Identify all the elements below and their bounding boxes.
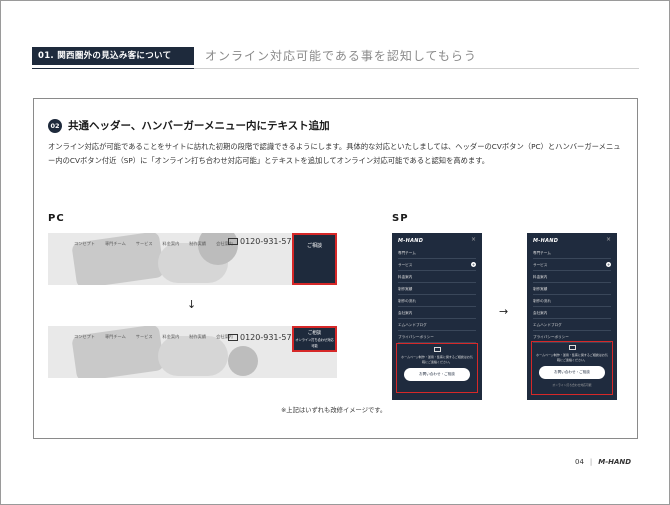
menu-item[interactable]: 会社案内 (533, 307, 611, 319)
menu-item-label: 料金案内 (533, 275, 548, 279)
cv-button-label: ご相談 (306, 243, 322, 249)
sp-menu: 専門チーム サービス + 料金案内 制作実績 制作の流れ 会社案内 エムハンドブロ… (533, 247, 611, 343)
menu-item[interactable]: プライバシーポリシー (398, 331, 476, 343)
cv-box-text: ホームページ制作・運用・集客に関するご相談はお気軽にご連絡ください。 (536, 353, 608, 362)
sp-label: SP (392, 213, 409, 224)
nav-item[interactable]: 専門チーム (105, 334, 126, 340)
nav-item[interactable]: サービス (136, 334, 153, 340)
footer-brand: M-HAND (598, 458, 632, 466)
menu-item[interactable]: 制作の流れ (533, 295, 611, 307)
section-title: オンライン対応可能である事を認知してもらう (205, 49, 477, 63)
page-number: 04 (575, 458, 584, 466)
menu-item[interactable]: 会社案内 (398, 307, 476, 319)
menu-item-label: 専門チーム (533, 251, 551, 255)
pc-nav: コンセプト 専門チーム サービス 料金案内 制作実績 会社案内 (74, 334, 233, 340)
menu-item-label: 制作の流れ (533, 299, 551, 303)
close-icon[interactable]: × (606, 236, 611, 243)
nav-item[interactable]: コンセプト (74, 334, 95, 340)
menu-item[interactable]: 制作実績 (533, 283, 611, 295)
phone-icon (228, 334, 238, 341)
pc-label: PC (48, 213, 65, 224)
menu-item-label: エムハンドブログ (533, 323, 562, 327)
box-paragraph: オンライン対応が可能であることをサイトに訪れた初期の段階で認識できるようにします… (48, 142, 621, 165)
phone-icon (228, 238, 238, 245)
cv-button[interactable]: ご相談 オンライン打ち合わせ対応可能 (292, 326, 337, 352)
nav-item[interactable]: サービス (136, 241, 153, 247)
nav-item[interactable]: コンセプト (74, 241, 95, 247)
pc-header-after: コンセプト 専門チーム サービス 料金案内 制作実績 会社案内 0120-931… (48, 326, 337, 378)
menu-item-label: 制作実績 (533, 287, 548, 291)
menu-item[interactable]: サービス + (398, 259, 476, 271)
footer-separator: | (589, 458, 593, 466)
menu-item[interactable]: サービス + (533, 259, 611, 271)
arrow-down-icon: ↓ (187, 298, 197, 311)
tel-number: 0120-931-572 (240, 333, 297, 342)
section-rule-dark (32, 68, 194, 69)
arrow-right-icon: → (499, 305, 509, 318)
menu-item[interactable]: 専門チーム (533, 247, 611, 259)
section-tag: 01. 関西圏外の見込み客について (32, 47, 194, 65)
mail-icon (434, 347, 441, 352)
nav-item[interactable]: 料金案内 (163, 241, 180, 247)
sp-cv-box: ホームページ制作・運用・集客に関するご相談はお気軽にご連絡ください。 お問い合わ… (531, 341, 613, 395)
bg-shape (158, 336, 228, 376)
menu-item-label: プライバシーポリシー (398, 335, 434, 339)
pc-nav: コンセプト 専門チーム サービス 料金案内 制作実績 会社案内 (74, 241, 233, 247)
sp-menu-after: M-HAND × 専門チーム サービス + 料金案内 制作実績 制作の流れ 会社案… (527, 233, 617, 400)
contact-button[interactable]: お問い合わせ・ご相談 (404, 368, 470, 381)
menu-item[interactable]: 制作の流れ (398, 295, 476, 307)
menu-item[interactable]: エムハンドブログ (398, 319, 476, 331)
footer: 04 | M-HAND (575, 458, 631, 466)
nav-item[interactable]: 専門チーム (105, 241, 126, 247)
cv-button-sublabel: オンライン打ち合わせ対応可能 (295, 338, 334, 348)
menu-item-label: 専門チーム (398, 251, 416, 255)
slide-page: 01. 関西圏外の見込み客について オンライン対応可能である事を認知してもらう … (0, 0, 670, 505)
step-badge: 02 (48, 119, 62, 133)
pc-cv-after: ご相談 オンライン打ち合わせ対応可能 (292, 326, 337, 378)
menu-item-label: 会社案内 (533, 311, 548, 315)
image-note: ※上記はいずれも改修イメージです。 (281, 407, 387, 414)
mail-icon (569, 345, 576, 350)
pc-header-before: コンセプト 専門チーム サービス 料金案内 制作実績 会社案内 0120-931… (48, 233, 337, 285)
pc-tel[interactable]: 0120-931-572 (228, 333, 297, 342)
pc-cv-before: ご相談 (292, 233, 337, 285)
sp-menu-before: M-HAND × 専門チーム サービス + 料金案内 制作実績 制作の流れ 会社案… (392, 233, 482, 400)
menu-item[interactable]: 料金案内 (398, 271, 476, 283)
menu-item-label: エムハンドブログ (398, 323, 427, 327)
cv-button[interactable]: ご相談 (292, 233, 337, 285)
tel-number: 0120-931-572 (240, 237, 297, 246)
online-note: オンライン打ち合わせ対応可能 (552, 383, 592, 387)
menu-item[interactable]: エムハンドブログ (533, 319, 611, 331)
menu-item-label: 制作の流れ (398, 299, 416, 303)
menu-item-label: サービス (398, 263, 413, 267)
menu-item[interactable]: 料金案内 (533, 271, 611, 283)
menu-item-label: プライバシーポリシー (533, 335, 569, 339)
section-rule (194, 68, 639, 69)
menu-item-label: 料金案内 (398, 275, 413, 279)
nav-item[interactable]: 制作実績 (189, 334, 206, 340)
menu-item-label: 会社案内 (398, 311, 413, 315)
menu-item[interactable]: 専門チーム (398, 247, 476, 259)
nav-item[interactable]: 料金案内 (163, 334, 180, 340)
close-icon[interactable]: × (471, 236, 476, 243)
bg-shape (228, 346, 258, 376)
plus-icon: + (606, 262, 611, 267)
box-heading: 共通ヘッダー、ハンバーガーメニュー内にテキスト追加 (68, 120, 330, 132)
sp-cv-box: ホームページ制作・運用・集客に関するご相談はお気軽にご連絡ください。 お問い合わ… (396, 343, 478, 393)
menu-item-label: 制作実績 (398, 287, 413, 291)
nav-item[interactable]: 制作実績 (189, 241, 206, 247)
plus-icon: + (471, 262, 476, 267)
cv-box-text: ホームページ制作・運用・集客に関するご相談はお気軽にご連絡ください。 (401, 355, 473, 364)
contact-button[interactable]: お問い合わせ・ご相談 (539, 366, 605, 379)
sp-menu: 専門チーム サービス + 料金案内 制作実績 制作の流れ 会社案内 エムハンドブロ… (398, 247, 476, 343)
pc-tel[interactable]: 0120-931-572 (228, 237, 297, 246)
menu-item[interactable]: 制作実績 (398, 283, 476, 295)
menu-item-label: サービス (533, 263, 548, 267)
logo: M-HAND (533, 238, 559, 244)
logo: M-HAND (398, 238, 424, 244)
